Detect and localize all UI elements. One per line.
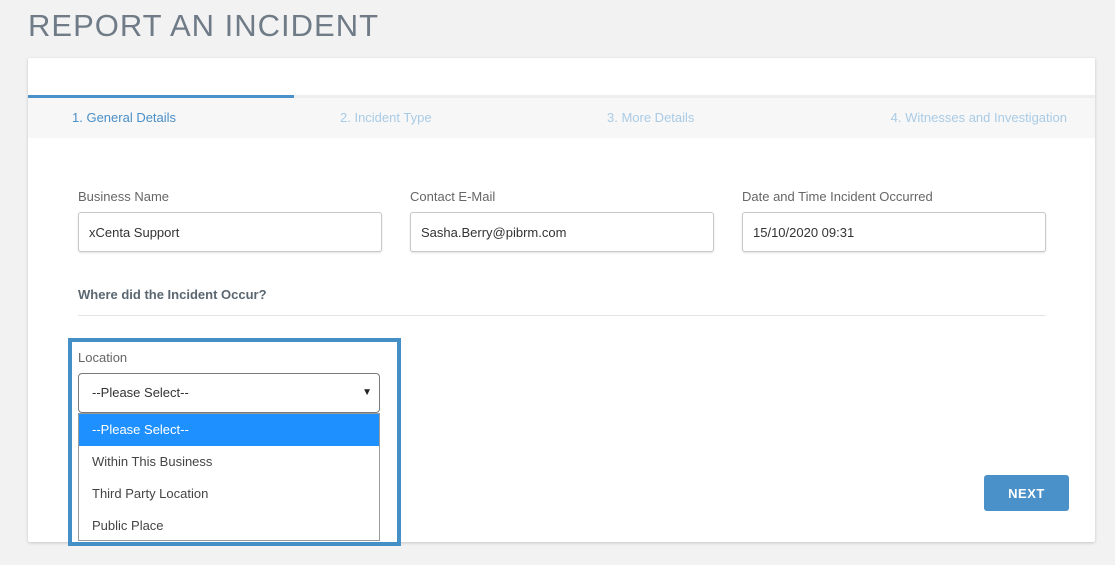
incident-datetime-label: Date and Time Incident Occurred	[742, 189, 933, 204]
location-option-third-party[interactable]: Third Party Location	[79, 478, 379, 510]
step-incident-type[interactable]: 2. Incident Type	[340, 110, 432, 125]
step-witnesses-investigation[interactable]: 4. Witnesses and Investigation	[891, 110, 1067, 125]
location-label: Location	[78, 350, 128, 365]
location-select-value: --Please Select--	[92, 385, 189, 400]
step-general-details[interactable]: 1. General Details	[72, 110, 176, 125]
business-name-label: Business Name	[78, 189, 170, 204]
chevron-down-icon: ▼	[362, 387, 372, 398]
location-select[interactable]: --Please Select-- ▼	[78, 373, 380, 413]
step-more-details[interactable]: 3. More Details	[607, 110, 694, 125]
contact-email-input[interactable]: Sasha.Berry@pibrm.com	[410, 212, 714, 252]
section-divider	[78, 315, 1045, 316]
location-dropdown-list: --Please Select-- Within This Business T…	[78, 413, 380, 541]
location-option-please-select[interactable]: --Please Select--	[79, 414, 379, 446]
business-name-input[interactable]: xCenta Support	[78, 212, 382, 252]
incident-datetime-input[interactable]: 15/10/2020 09:31	[742, 212, 1046, 252]
location-option-within-business[interactable]: Within This Business	[79, 446, 379, 478]
incident-form-card: 1. General Details 2. Incident Type 3. M…	[28, 58, 1095, 546]
page-title: REPORT AN INCIDENT	[28, 8, 380, 43]
next-button[interactable]: NEXT	[984, 475, 1069, 511]
contact-email-label: Contact E-Mail	[410, 189, 496, 204]
location-option-public-place[interactable]: Public Place	[79, 510, 379, 540]
section-heading: Where did the Incident Occur?	[78, 287, 267, 302]
